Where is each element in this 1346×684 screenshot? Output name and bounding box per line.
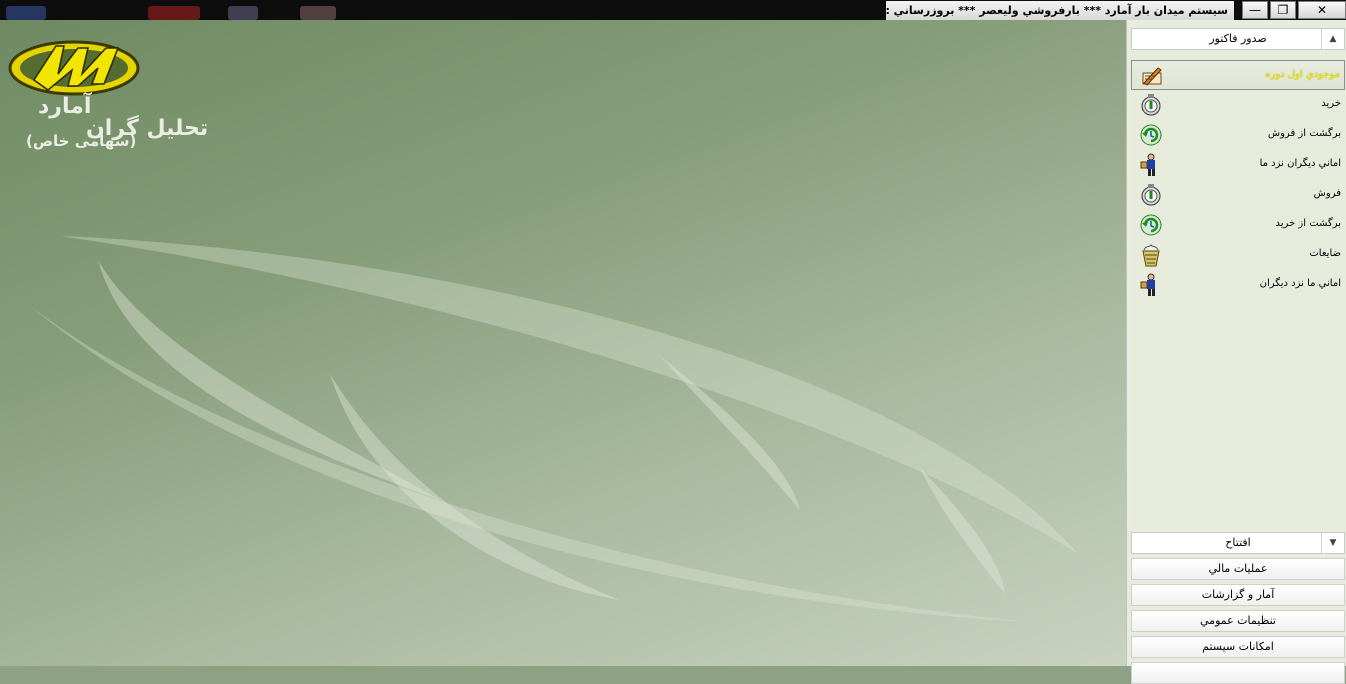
menu-item-purchase-return[interactable]: برگشت از خريد bbox=[1131, 210, 1345, 240]
return-arrow-icon bbox=[1140, 214, 1162, 236]
return-arrow-icon bbox=[1140, 124, 1162, 146]
scale-icon bbox=[1141, 94, 1161, 116]
person-delivery-icon bbox=[1140, 273, 1155, 296]
person-delivery-icon bbox=[1140, 153, 1155, 176]
restore-button[interactable]: ❐ bbox=[1270, 1, 1296, 19]
menu-item-label: برگشت از فروش bbox=[1267, 128, 1341, 139]
menu-item-label: فروش bbox=[1313, 188, 1341, 199]
menu-item-our-consignment[interactable]: اماني ما نزد ديگران bbox=[1131, 270, 1345, 300]
main-background: آمارد تحلیل گران (سهامی خاص) bbox=[0, 20, 1126, 666]
category-general-settings[interactable]: تنظيمات عمومي bbox=[1131, 610, 1345, 632]
minimize-button[interactable]: — bbox=[1242, 1, 1268, 19]
group-header-label: افتتاح bbox=[1225, 536, 1251, 549]
menu-item-label: برگشت از خريد bbox=[1275, 218, 1342, 229]
menu-item-label: موجودي اول دوره bbox=[1265, 69, 1340, 80]
menu-item-sale[interactable]: فروش bbox=[1131, 180, 1345, 210]
taskbar-ghost bbox=[6, 6, 46, 20]
menu-item-purchase[interactable]: خريد bbox=[1131, 90, 1345, 120]
collapse-arrow-icon[interactable]: ▲ bbox=[1321, 29, 1344, 49]
menu-item-label: خريد bbox=[1321, 98, 1341, 109]
pen-paper-icon bbox=[1142, 67, 1162, 86]
expand-arrow-icon[interactable]: ▼ bbox=[1321, 533, 1344, 553]
menu-item-others-consignment[interactable]: اماني ديگران نزد ما bbox=[1131, 150, 1345, 180]
menu-item-label: ضايعات bbox=[1309, 248, 1341, 259]
window-title: سيستم ميدان بار آمارد *** بارفروشي وليعص… bbox=[886, 1, 1234, 20]
scale-icon bbox=[1141, 184, 1161, 206]
taskbar-ghost bbox=[148, 6, 200, 20]
group-header-opening[interactable]: افتتاح ▼ bbox=[1131, 532, 1345, 554]
category-more[interactable] bbox=[1131, 662, 1345, 684]
menu-item-label: اماني ما نزد ديگران bbox=[1259, 278, 1341, 289]
group-header-label: صدور فاکتور bbox=[1209, 32, 1267, 45]
taskbar-ghost bbox=[228, 6, 258, 20]
menu-item-label: اماني ديگران نزد ما bbox=[1259, 158, 1341, 169]
taskbar-ghost bbox=[300, 6, 336, 20]
category-system-features[interactable]: امكانات سيستم bbox=[1131, 636, 1345, 658]
group-header-invoice[interactable]: صدور فاکتور ▲ bbox=[1131, 28, 1345, 50]
waste-basket-icon bbox=[1142, 244, 1160, 267]
logo-company-type: (سهامی خاص) bbox=[26, 132, 137, 150]
category-financial-operations[interactable]: عمليات مالي bbox=[1131, 558, 1345, 580]
menu-item-waste[interactable]: ضايعات bbox=[1131, 240, 1345, 270]
close-button[interactable]: ✕ bbox=[1298, 1, 1346, 19]
navigation-panel: صدور فاکتور ▲ موجودي اول دوره خريد برگشت… bbox=[1126, 20, 1346, 684]
menu-item-opening-inventory[interactable]: موجودي اول دوره bbox=[1131, 60, 1345, 90]
menu-item-sales-return[interactable]: برگشت از فروش bbox=[1131, 120, 1345, 150]
category-statistics-reports[interactable]: آمار و گزارشات bbox=[1131, 584, 1345, 606]
window-controls: — ❐ ✕ bbox=[1240, 0, 1346, 20]
logo-title: آمارد bbox=[38, 94, 92, 119]
title-bar: سيستم ميدان بار آمارد *** بارفروشي وليعص… bbox=[0, 0, 1346, 20]
